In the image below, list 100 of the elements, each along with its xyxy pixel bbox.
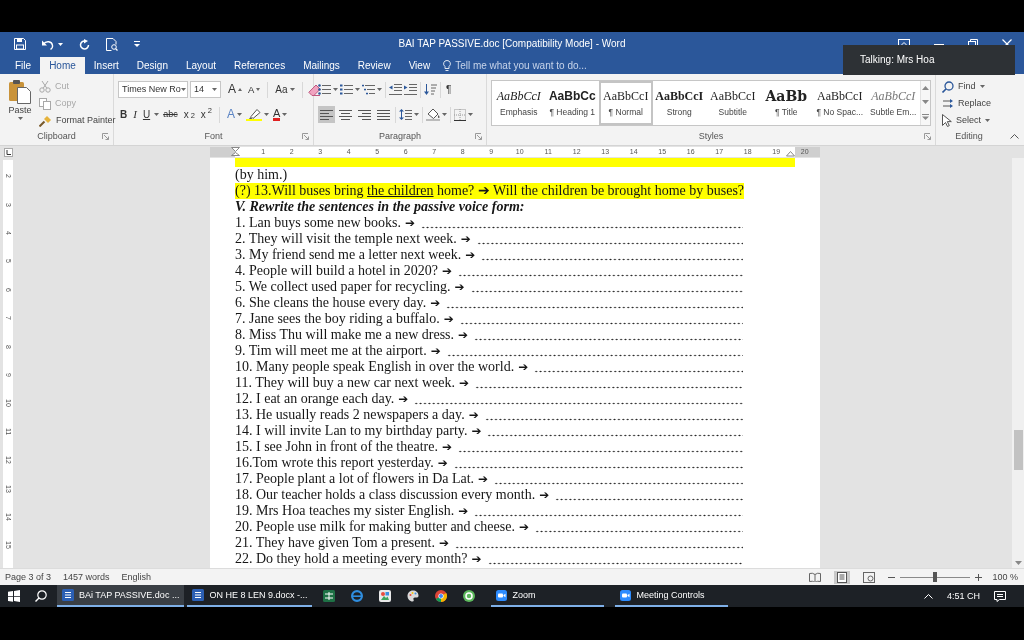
- find-button[interactable]: Find: [942, 78, 992, 95]
- lightbulb-icon[interactable]: [443, 60, 452, 71]
- tab-selector-icon[interactable]: [4, 147, 13, 157]
- tell-me-field[interactable]: Tell me what you want to do...: [455, 59, 606, 72]
- document-app-icon: [62, 589, 74, 601]
- zoom-slider-thumb[interactable]: [933, 572, 938, 582]
- bold-button[interactable]: B: [118, 108, 130, 121]
- bullets-icon[interactable]: [318, 84, 331, 95]
- ribbon-tab[interactable]: File: [6, 57, 41, 74]
- chevron-up-icon[interactable]: [923, 593, 933, 599]
- align-left-button[interactable]: [318, 106, 335, 123]
- start-icon[interactable]: [8, 590, 20, 602]
- ribbon-tab[interactable]: Design: [127, 57, 177, 74]
- dropdown-caret-icon[interactable]: [985, 119, 990, 122]
- ribbon-tab[interactable]: Mailings: [294, 57, 349, 74]
- dialog-launcher-icon[interactable]: [102, 132, 109, 140]
- minimize-icon[interactable]: [934, 43, 944, 45]
- dropdown-caret-icon[interactable]: [333, 88, 338, 91]
- replace-button[interactable]: Replace: [942, 95, 992, 112]
- left-indent-marker-icon[interactable]: [231, 147, 240, 156]
- dropdown-caret-icon[interactable]: [58, 42, 63, 46]
- style-option[interactable]: AaBbCcI ¶ Normal: [599, 81, 653, 125]
- dropdown-caret-icon[interactable]: [468, 113, 473, 116]
- ribbon-tab[interactable]: Insert: [84, 57, 128, 74]
- customize-toolbar-icon[interactable]: [134, 41, 140, 47]
- print-layout-button[interactable]: [834, 570, 851, 584]
- zoom-in-icon[interactable]: [975, 573, 983, 581]
- dropdown-caret-icon[interactable]: [289, 88, 295, 91]
- undo-icon[interactable]: [42, 38, 54, 50]
- paint-bucket-icon[interactable]: [426, 108, 440, 121]
- dropdown-caret-icon[interactable]: [237, 113, 242, 116]
- strikethrough-button[interactable]: abc: [161, 109, 180, 120]
- dropdown-caret-icon[interactable]: [180, 88, 186, 91]
- dialog-launcher-icon[interactable]: [924, 132, 931, 140]
- dropdown-caret-icon[interactable]: [979, 85, 985, 88]
- dropdown-caret-icon[interactable]: [377, 88, 382, 91]
- increase-indent-icon[interactable]: [404, 84, 417, 95]
- format-painter-button[interactable]: Format Painter: [39, 112, 116, 129]
- dialog-launcher-icon[interactable]: [475, 132, 482, 140]
- font-color-button[interactable]: A: [271, 108, 290, 121]
- style-option[interactable]: AaBbCcI Emphasis: [492, 81, 546, 125]
- redo-icon[interactable]: [79, 38, 90, 50]
- taskbar-button[interactable]: BAi TAP PASSIVE.doc ...: [57, 585, 185, 607]
- ribbon-tab[interactable]: Home: [40, 57, 85, 74]
- exercise-sentence: 19. Mrs Hoa teaches my sister English.: [235, 503, 455, 519]
- font-name-field[interactable]: Times New Ro: [118, 81, 188, 98]
- dropdown-caret-icon[interactable]: [212, 88, 217, 91]
- numbering-icon[interactable]: [340, 84, 353, 95]
- style-option[interactable]: AaBb ¶ Title: [759, 81, 813, 125]
- change-case-button[interactable]: Aa: [273, 83, 297, 96]
- sort-icon[interactable]: [424, 84, 437, 95]
- notification-icon[interactable]: [994, 590, 1006, 602]
- style-option[interactable]: AaBbCcI Subtitle: [706, 81, 760, 125]
- collapse-ribbon-icon[interactable]: [1010, 134, 1019, 139]
- dropdown-caret-icon[interactable]: [414, 113, 419, 116]
- ribbon-tab[interactable]: Review: [348, 57, 400, 74]
- highlighter-icon[interactable]: [246, 108, 262, 121]
- paste-button[interactable]: Paste: [4, 78, 36, 129]
- ribbon-tab[interactable]: View: [399, 57, 440, 74]
- borders-icon[interactable]: [454, 108, 466, 121]
- shrink-font-button[interactable]: A: [246, 83, 263, 96]
- ribbon-tab[interactable]: References: [225, 57, 295, 74]
- dropdown-caret-icon[interactable]: [355, 88, 360, 91]
- font-size-field[interactable]: 14: [190, 81, 221, 98]
- ribbon-tab[interactable]: Layout: [176, 57, 225, 74]
- scrollbar-thumb[interactable]: [1013, 430, 1023, 470]
- dropdown-caret-icon[interactable]: [264, 113, 269, 116]
- scroll-up-icon[interactable]: [922, 86, 929, 90]
- save-icon[interactable]: [14, 38, 26, 50]
- arrow-symbol: ➔: [443, 311, 454, 327]
- dropdown-caret-icon[interactable]: [282, 113, 288, 116]
- dropdown-caret-icon[interactable]: [442, 113, 447, 116]
- superscript-button[interactable]: x$^{2}$: [198, 108, 214, 121]
- line-spacing-icon[interactable]: [399, 109, 412, 120]
- gallery-more-icon[interactable]: [922, 114, 929, 120]
- arrow-symbol: ➔: [471, 551, 482, 567]
- show-marks-button[interactable]: ¶: [444, 83, 454, 96]
- grow-font-button[interactable]: A: [226, 82, 244, 97]
- italic-button[interactable]: I: [131, 107, 139, 122]
- arrow-symbol: ➔: [471, 423, 482, 439]
- search-icon[interactable]: [35, 590, 47, 602]
- select-button[interactable]: Select: [942, 112, 992, 129]
- underline-button[interactable]: U: [140, 108, 153, 121]
- dropdown-caret-icon[interactable]: [154, 113, 160, 116]
- multilevel-list-icon[interactable]: [362, 84, 375, 95]
- style-option[interactable]: AaBbCcI Subtle Em...: [866, 81, 920, 125]
- search-icon: [942, 80, 954, 93]
- dropdown-caret-icon[interactable]: [17, 116, 23, 120]
- scroll-down-arrow-icon[interactable]: [1014, 561, 1022, 565]
- style-option[interactable]: AaBbCcI Strong: [652, 81, 706, 125]
- dialog-launcher-icon[interactable]: [302, 132, 309, 140]
- clear-formatting-icon[interactable]: [307, 83, 321, 96]
- scroll-down-icon[interactable]: [922, 100, 929, 104]
- style-option[interactable]: AaBbCc ¶ Heading 1: [545, 81, 599, 125]
- decrease-indent-icon[interactable]: [389, 84, 402, 95]
- subscript-button[interactable]: x$_{2}$: [181, 108, 197, 121]
- print-preview-icon[interactable]: [106, 37, 118, 51]
- align-right-icon: [358, 109, 371, 120]
- style-option[interactable]: AaBbCcI ¶ No Spac...: [813, 81, 867, 125]
- window-title: BAI TAP PASSIVE.doc [Compatibility Mode] - Word: [397, 38, 627, 50]
